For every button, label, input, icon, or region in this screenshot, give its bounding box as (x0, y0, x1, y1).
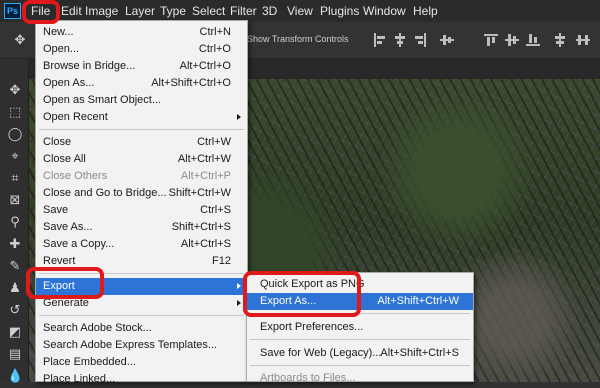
submenu-arrow-icon (237, 114, 241, 120)
menu-item-open-as[interactable]: Open As... Alt+Shift+Ctrl+O (36, 75, 247, 92)
menu-item-close-all[interactable]: Close All Alt+Ctrl+W (36, 151, 247, 168)
highlight-ring-export (26, 267, 104, 299)
highlight-ring-file (22, 0, 60, 24)
menu-separator (250, 339, 470, 340)
menu-item-save[interactable]: Save Ctrl+S (36, 202, 247, 219)
distribute-icon[interactable] (440, 33, 454, 47)
move-tool-option-icon[interactable]: ✥ (12, 33, 28, 49)
menu-plugins[interactable]: Plugins (320, 4, 359, 18)
menu-item-export-preferences[interactable]: Export Preferences... (247, 319, 473, 336)
distribute-horizontal-icon[interactable] (576, 33, 590, 47)
file-menu: New... Ctrl+N Open... Ctrl+O Browse in Bri… (35, 20, 248, 385)
menu-separator (39, 129, 244, 130)
menu-item-search-express-templates[interactable]: Search Adobe Express Templates... (36, 337, 247, 354)
menu-item-close[interactable]: Close Ctrl+W (36, 134, 247, 151)
menu-image[interactable]: Image (85, 4, 118, 18)
healing-brush-tool-icon[interactable]: ✚ (7, 237, 23, 253)
align-bottom-icon[interactable] (526, 33, 540, 47)
menu-select[interactable]: Select (192, 4, 225, 18)
menu-item-open-smart-object[interactable]: Open as Smart Object... (36, 92, 247, 109)
align-right-icon[interactable] (413, 33, 427, 47)
align-middle-icon[interactable] (505, 33, 519, 47)
blur-tool-icon[interactable]: 💧 (7, 369, 23, 385)
menu-item-open[interactable]: Open... Ctrl+O (36, 41, 247, 58)
marquee-tool-icon[interactable]: ⬚ (7, 105, 23, 121)
brush-tool-icon[interactable]: ✎ (7, 259, 23, 275)
submenu-arrow-icon (237, 300, 241, 306)
eyedropper-tool-icon[interactable]: ⚲ (7, 215, 23, 231)
menu-type[interactable]: Type (160, 4, 186, 18)
menu-filter[interactable]: Filter (230, 4, 257, 18)
align-left-icon[interactable] (373, 33, 387, 47)
photoshop-logo-icon: Ps (4, 3, 21, 19)
menu-view[interactable]: View (287, 4, 313, 18)
menu-item-search-adobe-stock[interactable]: Search Adobe Stock... (36, 320, 247, 337)
highlight-ring-export-options (243, 271, 361, 317)
menu-item-close-go-bridge[interactable]: Close and Go to Bridge... Shift+Ctrl+W (36, 185, 247, 202)
menu-edit[interactable]: Edit (61, 4, 82, 18)
eraser-tool-icon[interactable]: ◩ (7, 325, 23, 341)
menu-item-browse-in-bridge[interactable]: Browse in Bridge... Alt+Ctrl+O (36, 58, 247, 75)
menu-item-save-as[interactable]: Save As... Shift+Ctrl+S (36, 219, 247, 236)
lasso-tool-icon[interactable]: ◯ (7, 127, 23, 143)
clone-stamp-tool-icon[interactable]: ♟ (7, 281, 23, 297)
frame-tool-icon[interactable]: ⊠ (7, 193, 23, 209)
menu-3d[interactable]: 3D (262, 4, 277, 18)
gradient-tool-icon[interactable]: ▤ (7, 347, 23, 363)
menu-help[interactable]: Help (413, 4, 438, 18)
menu-item-place-embedded[interactable]: Place Embedded... (36, 354, 247, 371)
menu-separator (39, 315, 244, 316)
menu-window[interactable]: Window (363, 4, 406, 18)
menu-item-artboards-to-files: Artboards to Files... (260, 372, 356, 384)
menu-item-save-copy[interactable]: Save a Copy... Alt+Ctrl+S (36, 236, 247, 253)
align-center-icon[interactable] (393, 33, 407, 47)
submenu-arrow-icon (237, 283, 241, 289)
menu-separator (250, 365, 470, 366)
menu-item-save-for-web[interactable]: Save for Web (Legacy)... Alt+Shift+Ctrl+S (247, 345, 473, 362)
menu-item-new[interactable]: New... Ctrl+N (36, 24, 247, 41)
menu-item-place-linked[interactable]: Place Linked... (36, 371, 247, 388)
quick-select-tool-icon[interactable]: ⌖ (7, 149, 23, 165)
menu-item-close-others: Close Others Alt+Ctrl+P (43, 170, 231, 182)
show-transform-controls-label[interactable]: Show Transform Controls (247, 34, 349, 44)
move-tool-icon[interactable]: ✥ (7, 83, 23, 99)
tools-panel: ✥ ⬚ ◯ ⌖ ⌗ ⊠ ⚲ ✚ ✎ ♟ ↺ ◩ ▤ 💧 (0, 59, 29, 385)
menu-layer[interactable]: Layer (125, 4, 155, 18)
history-brush-tool-icon[interactable]: ↺ (7, 303, 23, 319)
menu-item-open-recent[interactable]: Open Recent (36, 109, 247, 126)
crop-tool-icon[interactable]: ⌗ (7, 171, 23, 187)
align-top-icon[interactable] (484, 33, 498, 47)
menu-bar: Ps File Edit Image Layer Type Select Fil… (0, 0, 600, 22)
distribute-vertical-icon[interactable] (553, 33, 567, 47)
